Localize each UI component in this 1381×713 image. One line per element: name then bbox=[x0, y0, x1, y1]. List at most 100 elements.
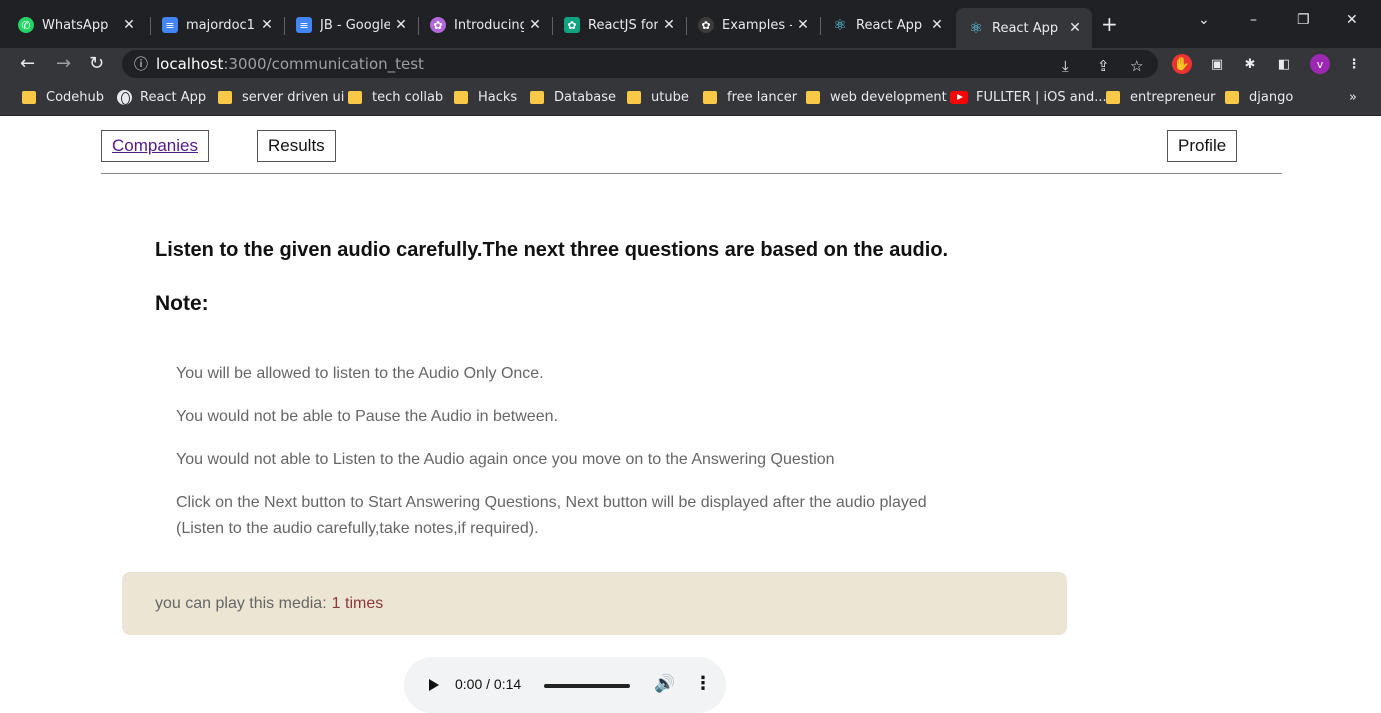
tab-react-app[interactable]: ⚛ React App ✕ bbox=[814, 8, 954, 42]
folder-icon bbox=[806, 91, 820, 104]
note-label: Note: bbox=[155, 292, 209, 315]
close-tab-icon[interactable]: ✕ bbox=[524, 17, 546, 33]
google-docs-icon: ≡ bbox=[162, 17, 178, 33]
folder-icon bbox=[218, 91, 232, 104]
folder-icon bbox=[703, 91, 717, 104]
tab-title: Examples - bbox=[722, 17, 792, 33]
tab-title: majordoc1 - bbox=[186, 17, 256, 33]
companies-link[interactable]: Companies bbox=[101, 130, 209, 162]
bookmark-django[interactable]: django bbox=[1225, 90, 1293, 105]
site-info-icon[interactable]: ⓘ bbox=[134, 54, 148, 74]
close-window-icon[interactable]: ✕ bbox=[1346, 12, 1358, 28]
folder-icon bbox=[454, 91, 468, 104]
openai-icon: ✿ bbox=[430, 17, 446, 33]
openai-icon: ✿ bbox=[698, 17, 714, 33]
tab-majordoc[interactable]: ≡ majordoc1 - ✕ bbox=[144, 8, 284, 42]
page-content: Companies Results Profile Listen to the … bbox=[0, 117, 1381, 713]
bookmark-star-icon[interactable]: ☆ bbox=[1130, 57, 1143, 75]
bookmark-server-driven-ui[interactable]: server driven ui bbox=[218, 90, 344, 105]
tab-react-app-active[interactable]: ⚛ React App ✕ bbox=[956, 8, 1092, 48]
close-tab-icon[interactable]: ✕ bbox=[792, 17, 814, 33]
media-count: 1 times bbox=[331, 594, 384, 612]
extension-hand-icon[interactable]: ✋ bbox=[1172, 54, 1192, 74]
tab-whatsapp[interactable]: ✆ WhatsApp ✕ bbox=[0, 8, 146, 42]
rule-item: You will be allowed to listen to the Aud… bbox=[176, 365, 544, 382]
bookmark-entrepreneur[interactable]: entrepreneur bbox=[1106, 90, 1216, 105]
more-bookmarks-icon[interactable]: » bbox=[1349, 90, 1357, 105]
close-tab-icon[interactable]: ✕ bbox=[1064, 20, 1086, 36]
address-path: :3000/communication_test bbox=[223, 55, 424, 73]
bookmark-utube[interactable]: utube bbox=[627, 90, 689, 105]
volume-icon[interactable]: 🔊 bbox=[654, 674, 675, 694]
side-panel-icon[interactable]: ◧ bbox=[1274, 54, 1294, 74]
bookmark-label: utube bbox=[651, 90, 689, 105]
close-tab-icon[interactable]: ✕ bbox=[118, 17, 140, 33]
tab-introducing[interactable]: ✿ Introducing ✕ bbox=[412, 8, 552, 42]
folder-icon bbox=[530, 91, 544, 104]
bookmark-react-app[interactable]: React App bbox=[117, 90, 206, 105]
bookmark-tech-collab[interactable]: tech collab bbox=[348, 90, 443, 105]
tab-reactjs-for[interactable]: ✿ ReactJS for ✕ bbox=[546, 8, 686, 42]
tab-title: React App bbox=[856, 17, 923, 33]
rule-item: You would not be able to Pause the Audio… bbox=[176, 408, 558, 425]
restore-icon[interactable]: ❐ bbox=[1297, 12, 1310, 28]
extension-window-icon[interactable]: ▣ bbox=[1207, 54, 1227, 74]
tab-search-icon[interactable]: ⌄ bbox=[1198, 12, 1210, 28]
chatgpt-icon: ✿ bbox=[564, 17, 580, 33]
bookmark-codehub[interactable]: Codehub bbox=[22, 90, 104, 105]
close-tab-icon[interactable]: ✕ bbox=[926, 17, 948, 33]
bookmark-label: web development bbox=[830, 90, 947, 105]
close-tab-icon[interactable]: ✕ bbox=[256, 17, 278, 33]
bookmark-label: FULLTER | iOS and... bbox=[976, 90, 1107, 105]
bookmark-label: React App bbox=[140, 90, 207, 105]
profile-avatar[interactable]: v bbox=[1310, 54, 1330, 74]
rule-item: (Listen to the audio carefully,take note… bbox=[176, 520, 539, 537]
new-tab-icon[interactable]: + bbox=[1101, 12, 1118, 36]
address-host: localhost bbox=[156, 55, 224, 73]
browser-menu-icon[interactable]: ⋮ bbox=[1344, 54, 1364, 74]
reload-icon[interactable]: ↻ bbox=[89, 53, 104, 74]
bookmark-label: Codehub bbox=[46, 90, 105, 105]
play-count-notice: you can play this media: 1 times bbox=[122, 572, 1067, 635]
bookmark-label: free lancer bbox=[727, 90, 798, 105]
top-navigation: Companies Results Profile bbox=[101, 117, 1282, 174]
bookmark-label: entrepreneur bbox=[1130, 90, 1216, 105]
audio-player[interactable]: 0:00 / 0:14 🔊 ⋮ bbox=[404, 657, 726, 713]
rule-item: You would not able to Listen to the Audi… bbox=[176, 451, 835, 468]
bookmark-free-lancer[interactable]: free lancer bbox=[703, 90, 797, 105]
audio-time: 0:00 / 0:14 bbox=[455, 676, 522, 692]
forward-icon[interactable]: → bbox=[56, 53, 71, 74]
bookmarks-bar: Codehub React App server driven ui tech … bbox=[0, 82, 1381, 116]
bookmark-label: Database bbox=[554, 90, 617, 105]
back-icon[interactable]: ← bbox=[20, 53, 35, 74]
share-icon[interactable]: ⇪ bbox=[1097, 57, 1110, 75]
tab-examples[interactable]: ✿ Examples - ✕ bbox=[680, 8, 820, 42]
folder-icon bbox=[627, 91, 641, 104]
bookmark-database[interactable]: Database bbox=[530, 90, 616, 105]
bookmark-web-development[interactable]: web development bbox=[806, 90, 947, 105]
whatsapp-icon: ✆ bbox=[18, 17, 34, 33]
profile-button[interactable]: Profile bbox=[1167, 130, 1238, 162]
extensions-puzzle-icon[interactable]: ✱ bbox=[1240, 54, 1260, 74]
tab-title: WhatsApp bbox=[42, 17, 109, 33]
bookmark-label: tech collab bbox=[372, 90, 444, 105]
rule-item: Click on the Next button to Start Answer… bbox=[176, 494, 927, 511]
install-app-icon[interactable]: ⤓ bbox=[1062, 57, 1069, 75]
address-bar[interactable]: ⓘ localhost :3000/communication_test ⤓ ⇪… bbox=[122, 50, 1158, 78]
bookmark-label: server driven ui bbox=[242, 90, 345, 105]
close-tab-icon[interactable]: ✕ bbox=[658, 17, 680, 33]
browser-tab-strip: ✆ WhatsApp ✕ ≡ majordoc1 - ✕ ≡ JB - Goog… bbox=[0, 0, 1381, 48]
close-tab-icon[interactable]: ✕ bbox=[390, 17, 412, 33]
more-options-icon[interactable]: ⋮ bbox=[694, 673, 712, 694]
bookmark-label: Hacks bbox=[478, 90, 518, 105]
bookmark-hacks[interactable]: Hacks bbox=[454, 90, 517, 105]
minimize-icon[interactable]: – bbox=[1250, 12, 1257, 28]
bookmark-fullter[interactable]: FULLTER | iOS and... bbox=[950, 90, 1107, 105]
google-docs-icon: ≡ bbox=[296, 17, 312, 33]
results-button[interactable]: Results bbox=[257, 130, 336, 162]
react-icon: ⚛ bbox=[833, 16, 847, 34]
tab-jb-google[interactable]: ≡ JB - Google ✕ bbox=[278, 8, 418, 42]
folder-icon bbox=[1225, 91, 1239, 104]
play-icon[interactable] bbox=[429, 679, 439, 691]
audio-progress-slider[interactable] bbox=[544, 684, 630, 688]
